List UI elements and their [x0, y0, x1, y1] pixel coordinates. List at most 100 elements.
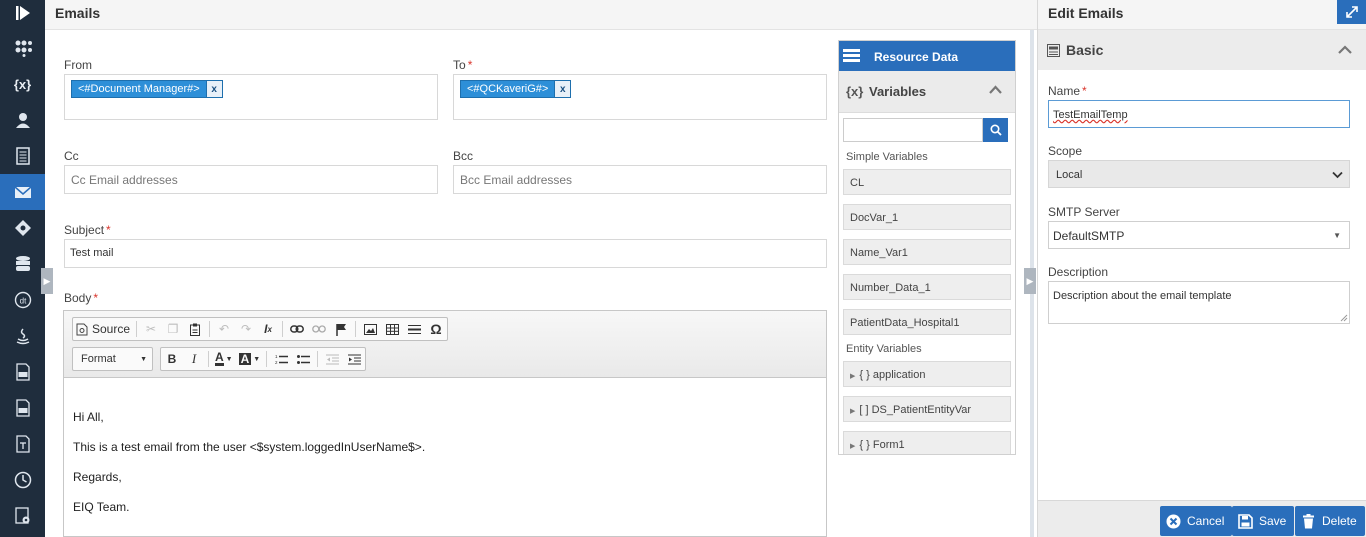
body-line: EIQ Team.: [73, 500, 130, 514]
panel-footer: Cancel Save Delete: [1038, 500, 1366, 537]
dashboard-icon[interactable]: [0, 30, 45, 66]
database-icon[interactable]: [0, 246, 45, 282]
java-icon[interactable]: [0, 318, 45, 354]
outdent-icon[interactable]: [321, 348, 343, 370]
document-icon[interactable]: [0, 138, 45, 174]
file-text-icon[interactable]: [0, 426, 45, 462]
indent-icon[interactable]: [343, 348, 365, 370]
basic-section-header[interactable]: Basic: [1038, 30, 1366, 70]
cancel-icon: [1166, 514, 1181, 528]
file-xls-icon[interactable]: [0, 354, 45, 390]
description-textarea[interactable]: Description about the email template: [1048, 281, 1350, 324]
save-button[interactable]: Save: [1232, 506, 1295, 536]
trash-icon: [1303, 513, 1314, 528]
subject-input[interactable]: Test mail: [64, 239, 827, 268]
variables-icon[interactable]: {x}: [0, 66, 45, 102]
search-button[interactable]: [983, 118, 1008, 142]
format-dropdown[interactable]: Format ▼: [72, 347, 153, 371]
bullet-list-icon[interactable]: [292, 348, 314, 370]
horizontal-rule-icon[interactable]: [403, 318, 425, 340]
variables-title: Variables: [869, 84, 927, 99]
variables-section-header[interactable]: {x} Variables: [839, 71, 1015, 113]
settings-doc-icon[interactable]: [0, 498, 45, 534]
left-collapse-handle[interactable]: ▶: [41, 268, 53, 294]
variable-item[interactable]: Name_Var1: [843, 239, 1011, 265]
expand-icon[interactable]: [1337, 0, 1366, 24]
basic-section-title: Basic: [1066, 42, 1104, 58]
chip-remove-icon[interactable]: x: [205, 81, 222, 97]
left-nav: {x} dt: [0, 0, 45, 537]
form-icon: [1047, 44, 1060, 57]
cc-input[interactable]: Cc Email addresses: [64, 165, 438, 194]
name-input[interactable]: TestEmailTemp: [1048, 100, 1350, 128]
page-header: Emails: [45, 0, 1037, 30]
required-mark: *: [93, 291, 99, 305]
remove-format-icon[interactable]: Ix: [257, 318, 279, 340]
text-color-icon[interactable]: A ▼: [212, 348, 236, 370]
undo-icon[interactable]: ↶: [213, 318, 235, 340]
table-icon[interactable]: [381, 318, 403, 340]
paste-icon[interactable]: [184, 318, 206, 340]
dropdown-caret-icon: ▼: [1333, 231, 1341, 240]
to-field[interactable]: <#QCKaveriG#> x: [453, 74, 827, 120]
description-label: Description: [1048, 265, 1109, 279]
email-icon[interactable]: [0, 174, 45, 210]
body-line: Hi All,: [73, 410, 104, 424]
special-char-icon[interactable]: Ω: [425, 318, 447, 340]
copy-icon[interactable]: ❐: [162, 318, 184, 340]
file-csv-icon[interactable]: [0, 390, 45, 426]
clock-icon[interactable]: [0, 462, 45, 498]
bg-color-icon[interactable]: A ▼: [236, 348, 264, 370]
search-icon: [989, 124, 1002, 136]
scope-value: Local: [1056, 169, 1083, 181]
source-button[interactable]: Source: [73, 318, 133, 340]
name-value: TestEmailTemp: [1053, 109, 1128, 121]
cancel-button[interactable]: Cancel: [1160, 506, 1233, 536]
right-collapse-handle[interactable]: ▶: [1024, 268, 1036, 294]
from-field[interactable]: <#Document Manager#> x: [64, 74, 438, 120]
anchor-flag-icon[interactable]: [330, 318, 352, 340]
entity-item[interactable]: ▶{ } application: [843, 361, 1011, 387]
link-icon[interactable]: [286, 318, 308, 340]
chevron-up-icon[interactable]: [1338, 45, 1352, 54]
entity-item[interactable]: ▶[ ] DS_PatientEntityVar: [843, 396, 1011, 422]
italic-icon[interactable]: I: [183, 348, 205, 370]
play-logo-icon[interactable]: [0, 0, 45, 26]
body-line: Regards,: [73, 470, 122, 484]
chevron-up-icon[interactable]: [989, 85, 1002, 94]
dt-icon[interactable]: dt: [0, 282, 45, 318]
variable-search-input[interactable]: [843, 118, 983, 142]
resource-data-title: Resource Data: [874, 50, 959, 64]
variable-item[interactable]: DocVar_1: [843, 204, 1011, 230]
unlink-icon[interactable]: [308, 318, 330, 340]
save-icon: [1238, 513, 1253, 529]
variable-item[interactable]: PatientData_Hospital1: [843, 309, 1011, 335]
cut-icon[interactable]: ✂: [140, 318, 162, 340]
to-chip[interactable]: <#QCKaveriG#> x: [460, 80, 572, 98]
to-label: To *: [453, 58, 473, 72]
delete-button[interactable]: Delete: [1295, 506, 1365, 536]
bold-icon[interactable]: B: [161, 348, 183, 370]
bcc-placeholder: Bcc Email addresses: [460, 173, 573, 187]
body-editor[interactable]: Source ✂ ❐ ↶ ↷ Ix Ω Format ▼ B I A ▼ A ▼…: [63, 310, 827, 537]
email-body-content[interactable]: Hi All, This is a test email from the us…: [73, 402, 425, 522]
numbered-list-icon[interactable]: 12: [270, 348, 292, 370]
resize-grip-icon[interactable]: [1340, 314, 1348, 322]
redo-icon[interactable]: ↷: [235, 318, 257, 340]
variable-item[interactable]: Number_Data_1: [843, 274, 1011, 300]
user-icon[interactable]: [0, 102, 45, 138]
smtp-select[interactable]: DefaultSMTP ▼: [1048, 221, 1350, 249]
diamond-icon[interactable]: [0, 210, 45, 246]
image-icon[interactable]: [359, 318, 381, 340]
svg-text:2: 2: [275, 360, 278, 365]
chip-remove-icon[interactable]: x: [554, 81, 571, 97]
from-chip[interactable]: <#Document Manager#> x: [71, 80, 223, 98]
resource-data-header[interactable]: Resource Data: [839, 41, 1015, 71]
scope-select[interactable]: Local: [1048, 160, 1350, 188]
expand-caret-icon: ▶: [850, 408, 856, 415]
variable-item[interactable]: CL: [843, 169, 1011, 195]
from-label: From: [64, 58, 92, 72]
bcc-input[interactable]: Bcc Email addresses: [453, 165, 827, 194]
smtp-value: DefaultSMTP: [1053, 229, 1125, 243]
entity-item[interactable]: ▶{ } Form1: [843, 431, 1011, 454]
